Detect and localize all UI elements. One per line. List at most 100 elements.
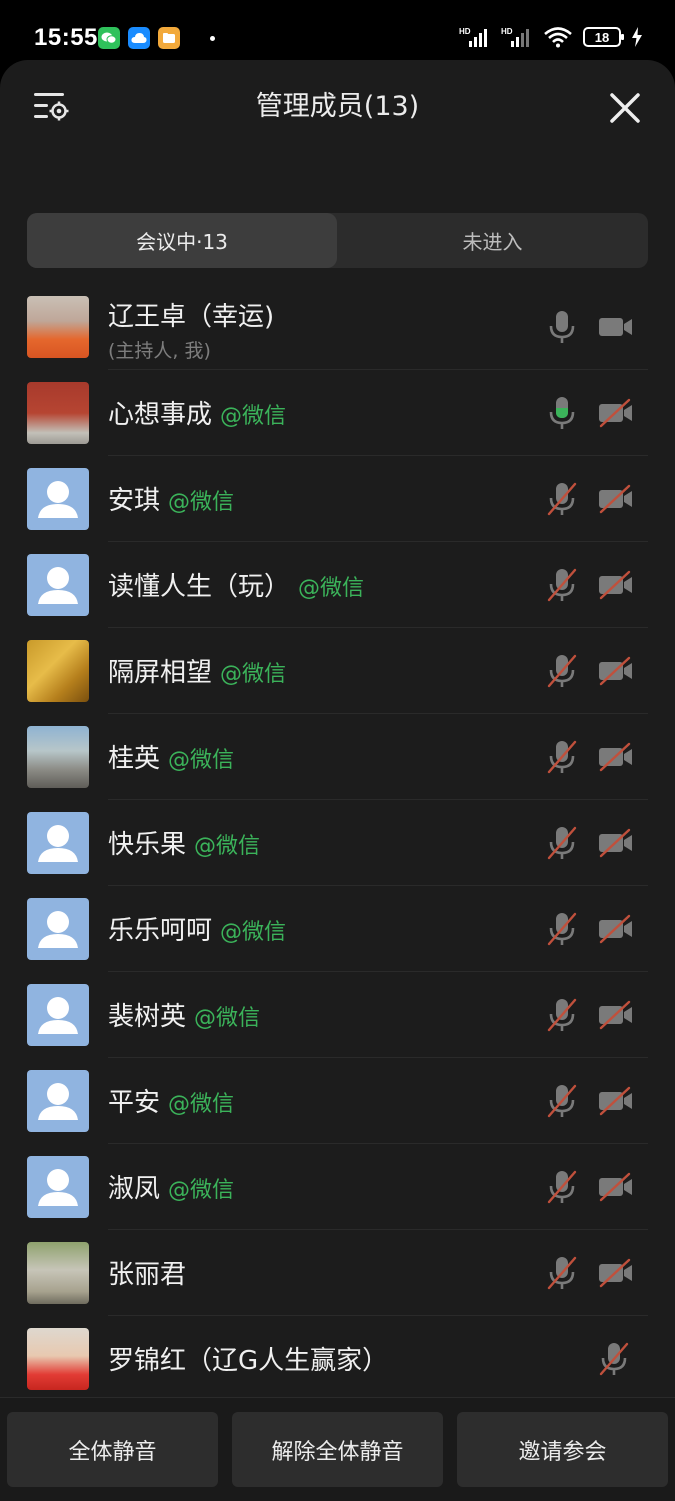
camera-off-icon[interactable] xyxy=(597,1172,635,1202)
avatar-photo xyxy=(27,1242,89,1304)
mic-muted-icon[interactable] xyxy=(546,481,578,517)
member-row[interactable]: 快乐果 @微信 xyxy=(0,800,675,886)
camera-off-icon[interactable] xyxy=(597,1086,635,1116)
member-name: 乐乐呵呵 xyxy=(108,916,213,946)
member-row[interactable]: 平安 @微信 xyxy=(0,1058,675,1144)
camera-off-icon[interactable] xyxy=(597,914,635,944)
member-name-line: 桂英 @微信 xyxy=(108,738,234,775)
camera-off-icon[interactable] xyxy=(597,570,635,600)
status-bar: 15:55 HD HD 18 xyxy=(0,0,675,64)
signal-2-icon: HD xyxy=(501,27,529,47)
member-row[interactable]: 裴树英 @微信 xyxy=(0,972,675,1058)
member-name: 心想事成 xyxy=(108,400,213,430)
member-name-line: 快乐果 @微信 xyxy=(108,824,260,861)
member-row[interactable]: 辽王卓（幸运) (主持人, 我) xyxy=(0,284,675,370)
tab-in-meeting[interactable]: 会议中·13 xyxy=(27,213,337,268)
manage-members-sheet: 管理成员(13) 会议中·13 未进入 辽王卓（幸运) (主持人, 我) 心想事成 @… xyxy=(0,60,675,1500)
mic-muted-icon[interactable] xyxy=(598,1341,630,1377)
member-row[interactable]: 桂英 @微信 xyxy=(0,714,675,800)
mic-muted-icon[interactable] xyxy=(546,825,578,861)
mic-muted-icon[interactable] xyxy=(546,653,578,689)
person-icon xyxy=(38,1169,78,1206)
notification-icons xyxy=(98,27,215,49)
member-name-line: 淑凤 @微信 xyxy=(108,1168,234,1205)
mic-icon[interactable] xyxy=(546,309,578,345)
member-row[interactable]: 安琪 @微信 xyxy=(0,456,675,542)
wechat-tag: @微信 xyxy=(168,748,235,773)
member-row[interactable]: 淑凤 @微信 xyxy=(0,1144,675,1230)
bottom-action-bar: 全体静音 解除全体静音 邀请参会 xyxy=(0,1397,675,1501)
default-avatar xyxy=(27,1156,89,1218)
mic-muted-icon[interactable] xyxy=(546,1083,578,1119)
member-row[interactable]: 隔屏相望 @微信 xyxy=(0,628,675,714)
person-icon xyxy=(38,825,78,862)
wechat-tag: @微信 xyxy=(194,834,261,859)
camera-off-icon[interactable] xyxy=(597,1000,635,1030)
member-name-line: 平安 @微信 xyxy=(108,1082,234,1119)
member-name-line: 辽王卓（幸运) xyxy=(108,296,274,333)
person-icon xyxy=(38,997,78,1034)
system-indicators: HD HD 18 xyxy=(459,26,643,48)
mic-muted-icon[interactable] xyxy=(546,739,578,775)
member-name: 罗锦红（辽G人生赢家） xyxy=(108,1346,389,1376)
mic-icon[interactable] xyxy=(546,395,578,431)
mic-muted-icon[interactable] xyxy=(546,997,578,1033)
camera-icon[interactable] xyxy=(597,312,635,342)
member-name-line: 隔屏相望 @微信 xyxy=(108,652,286,689)
person-icon xyxy=(38,567,78,604)
member-row[interactable]: 乐乐呵呵 @微信 xyxy=(0,886,675,972)
wechat-tag: @微信 xyxy=(220,404,287,429)
mic-muted-icon[interactable] xyxy=(546,911,578,947)
member-row[interactable]: 心想事成 @微信 xyxy=(0,370,675,456)
wechat-icon xyxy=(98,27,120,49)
avatar-photo xyxy=(27,1328,89,1390)
signal-1-icon: HD xyxy=(459,27,487,47)
tab-not-joined[interactable]: 未进入 xyxy=(337,213,648,268)
invite-button[interactable]: 邀请参会 xyxy=(457,1412,668,1487)
default-avatar xyxy=(27,468,89,530)
camera-off-icon[interactable] xyxy=(597,1258,635,1288)
wechat-tag: @微信 xyxy=(220,920,287,945)
member-row[interactable]: 罗锦红（辽G人生赢家） xyxy=(0,1316,675,1402)
default-avatar xyxy=(27,984,89,1046)
folder-app-icon xyxy=(158,27,180,49)
member-name: 安琪 xyxy=(108,486,161,516)
mic-muted-icon[interactable] xyxy=(546,1169,578,1205)
member-name: 淑凤 xyxy=(108,1174,161,1204)
page-title: 管理成员(13) xyxy=(255,91,420,122)
member-name: 隔屏相望 xyxy=(108,658,213,688)
mic-muted-icon[interactable] xyxy=(546,1255,578,1291)
avatar-photo xyxy=(27,726,89,788)
cloud-app-icon xyxy=(128,27,150,49)
more-notifications-dot xyxy=(210,35,215,41)
wechat-tag: @微信 xyxy=(298,576,365,601)
camera-off-icon[interactable] xyxy=(597,398,635,428)
charging-icon xyxy=(632,27,642,47)
member-row[interactable]: 读懂人生（玩） @微信 xyxy=(0,542,675,628)
camera-off-icon[interactable] xyxy=(597,484,635,514)
member-name: 张丽君 xyxy=(108,1260,187,1290)
camera-off-icon[interactable] xyxy=(597,656,635,686)
member-name-line: 读懂人生（玩） @微信 xyxy=(108,566,364,603)
camera-off-icon[interactable] xyxy=(597,742,635,772)
default-avatar xyxy=(27,898,89,960)
close-icon xyxy=(610,93,640,123)
member-name-line: 安琪 @微信 xyxy=(108,480,234,517)
member-name-line: 乐乐呵呵 @微信 xyxy=(108,910,286,947)
member-role: (主持人, 我) xyxy=(108,340,211,362)
wechat-tag: @微信 xyxy=(194,1006,261,1031)
avatar-photo xyxy=(27,640,89,702)
member-name: 辽王卓（幸运) xyxy=(108,302,275,332)
status-time: 15:55 xyxy=(34,24,98,51)
member-row[interactable]: 张丽君 xyxy=(0,1230,675,1316)
mic-muted-icon[interactable] xyxy=(546,567,578,603)
close-button[interactable] xyxy=(609,92,641,124)
member-name-line: 裴树英 @微信 xyxy=(108,996,260,1033)
avatar-photo xyxy=(27,296,89,358)
unmute-all-button[interactable]: 解除全体静音 xyxy=(232,1412,443,1487)
mute-all-button[interactable]: 全体静音 xyxy=(7,1412,218,1487)
person-icon xyxy=(38,1083,78,1120)
member-name: 快乐果 xyxy=(108,830,187,860)
camera-off-icon[interactable] xyxy=(597,828,635,858)
member-name: 平安 xyxy=(108,1088,161,1118)
